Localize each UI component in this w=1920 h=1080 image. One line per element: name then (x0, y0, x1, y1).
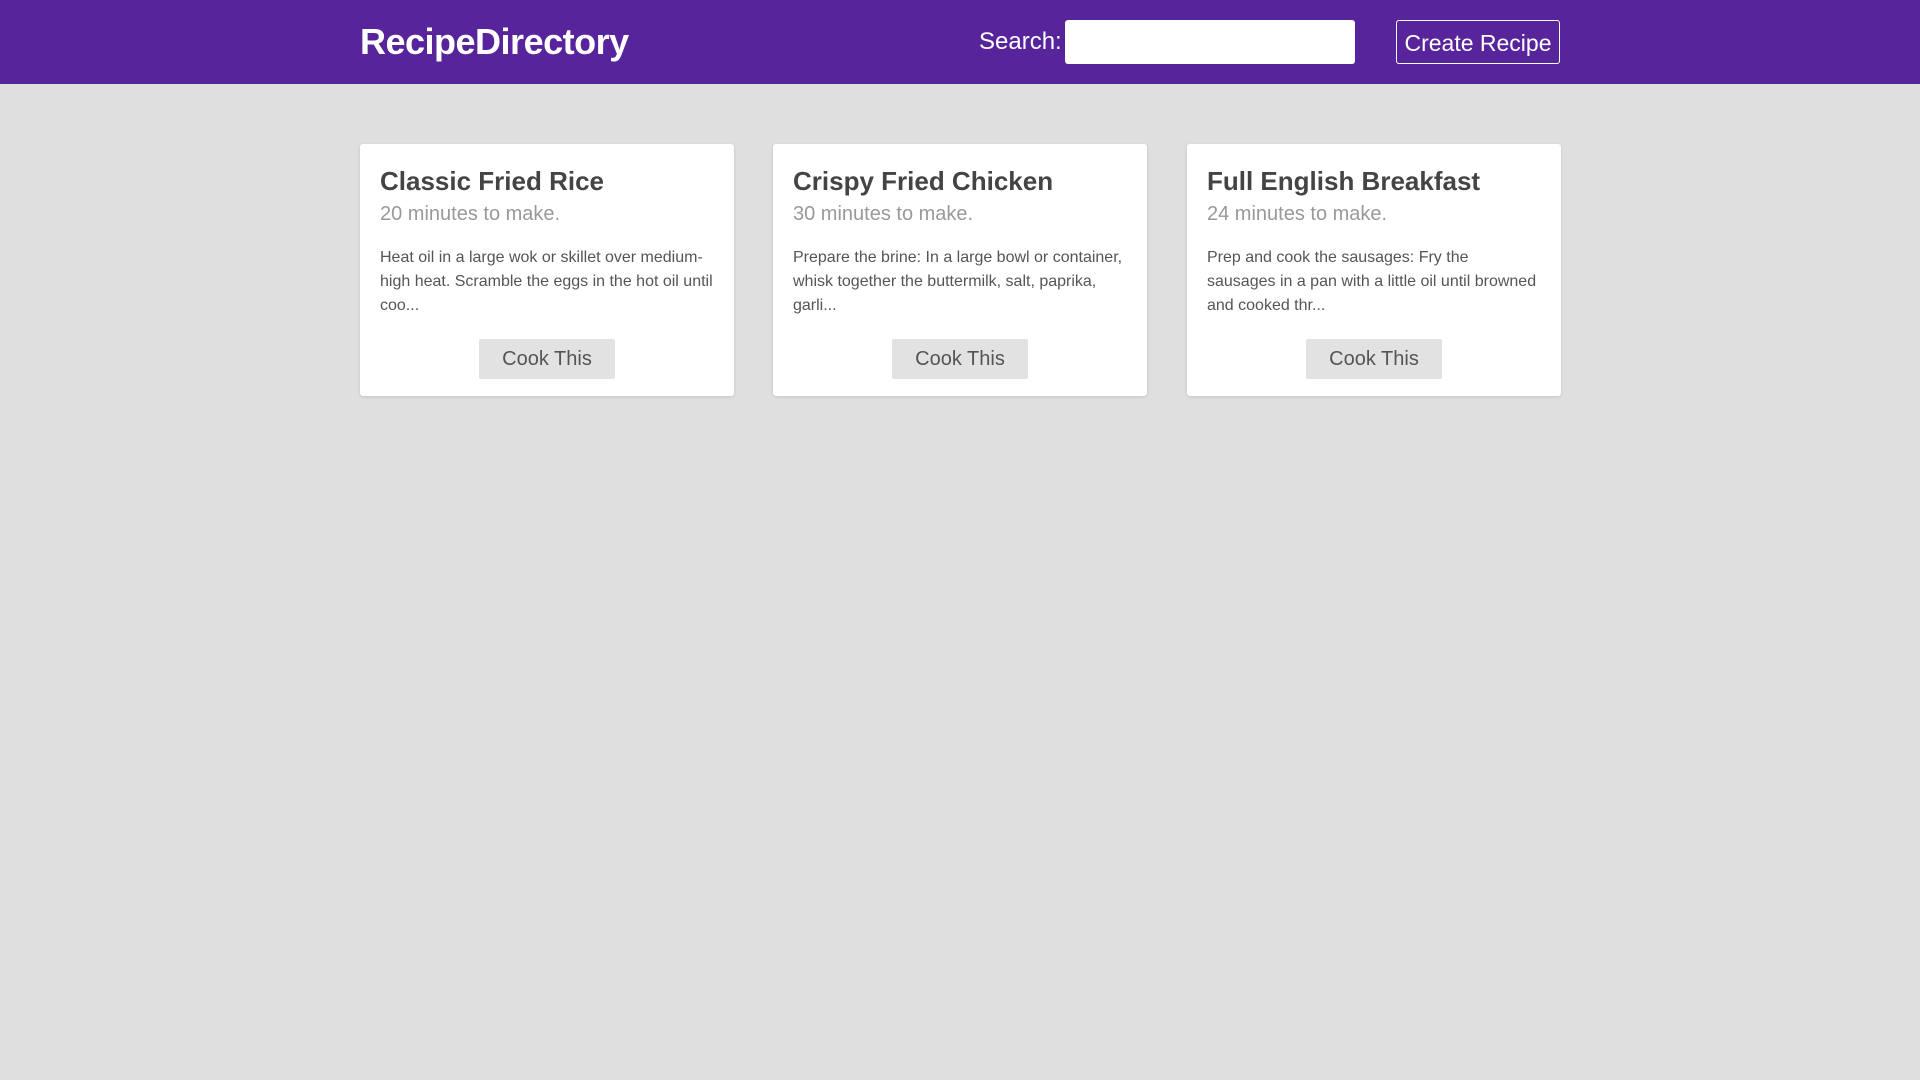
recipe-cooking-time: 24 minutes to make. (1207, 203, 1388, 225)
search-label: Search: (979, 28, 1062, 55)
recipe-method-snippet: Prepare the brine: In a large bowl or co… (793, 249, 1123, 314)
recipe-cooking-time: 30 minutes to make. (793, 203, 974, 225)
recipe-title: Full English Breakfast (1207, 166, 1481, 196)
recipe-card: Classic Fried Rice 20 minutes to make. H… (360, 144, 734, 396)
recipe-method-snippet: Heat oil in a large wok or skillet over … (380, 249, 713, 314)
create-recipe-button[interactable]: Create Recipe (1396, 20, 1560, 64)
navbar: RecipeDirectory Search: Create Recipe (0, 0, 1920, 84)
recipe-card: Crispy Fried Chicken 30 minutes to make.… (773, 144, 1147, 396)
brand-logo-link[interactable]: RecipeDirectory (360, 20, 629, 64)
cook-this-button[interactable]: Cook This (1306, 339, 1442, 379)
recipe-title: Classic Fried Rice (380, 166, 604, 196)
search-input[interactable] (1065, 20, 1355, 64)
cook-this-button[interactable]: Cook This (892, 339, 1028, 379)
recipe-method-snippet: Prep and cook the sausages: Fry the saus… (1207, 249, 1537, 314)
recipe-title: Crispy Fried Chicken (793, 166, 1054, 196)
recipe-card: Full English Breakfast 24 minutes to mak… (1187, 144, 1561, 396)
cook-this-button[interactable]: Cook This (479, 339, 615, 379)
recipe-cooking-time: 20 minutes to make. (380, 203, 561, 225)
